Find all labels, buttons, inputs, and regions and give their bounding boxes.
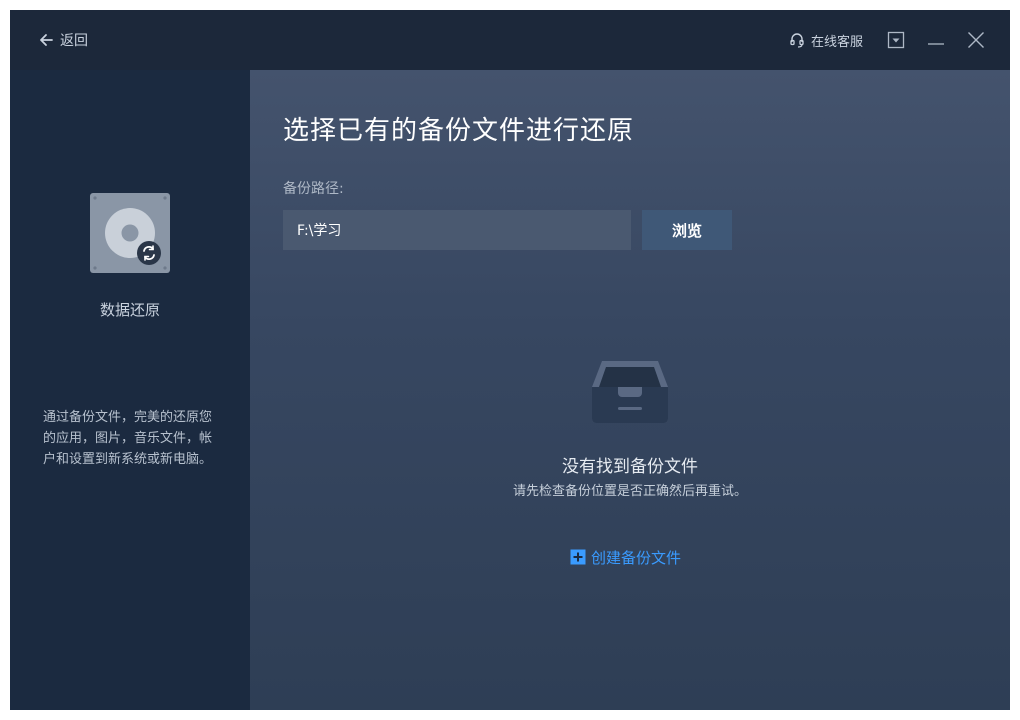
backup-path-input[interactable] (283, 210, 631, 250)
minimize-button[interactable] (924, 28, 948, 52)
title-bar: 返回 在线客服 (10, 10, 1010, 70)
online-service-label: 在线客服 (811, 34, 864, 50)
empty-state-subtitle: 请先检查备份位置是否正确然后再重试。 (512, 484, 747, 499)
backup-path-label: 备份路径: (283, 181, 344, 197)
browse-button[interactable]: 浏览 (642, 210, 732, 250)
disk-restore-icon (90, 193, 170, 273)
dropdown-button[interactable] (884, 28, 908, 52)
create-backup-label: 创建备份文件 (591, 548, 682, 567)
headset-icon (790, 33, 804, 48)
back-button[interactable]: 返回 (38, 28, 88, 52)
sidebar-description: 通过备份文件，完美的还原您的应用，图片，音乐文件，帐户和设置到新系统或新电脑。 (43, 410, 213, 467)
minimize-icon (928, 43, 944, 45)
online-service-button[interactable]: 在线客服 (788, 28, 863, 52)
empty-state-title: 没有找到备份文件 (562, 457, 698, 477)
app-window: 返回 在线客服 数据还原 通过备份文件，完美的还原您的应用，图片，音乐文件，帐户… (10, 10, 1010, 710)
sidebar: 数据还原 通过备份文件，完美的还原您的应用，图片，音乐文件，帐户和设置到新系统或… (10, 70, 250, 710)
sidebar-title: 数据还原 (99, 301, 160, 319)
main-panel: 选择已有的备份文件进行还原 备份路径: 浏览 没有找到备份文件 请先检查备份位置… (250, 70, 1010, 710)
back-label: 返回 (60, 33, 88, 49)
close-button[interactable] (964, 28, 988, 52)
plus-square-icon (570, 549, 586, 565)
create-backup-link[interactable]: 创建备份文件 (570, 546, 681, 568)
empty-tray-icon (592, 361, 668, 423)
dropdown-icon (887, 31, 905, 49)
arrow-left-icon (40, 34, 53, 46)
close-icon (968, 32, 984, 48)
page-title: 选择已有的备份文件进行还原 (283, 116, 635, 146)
